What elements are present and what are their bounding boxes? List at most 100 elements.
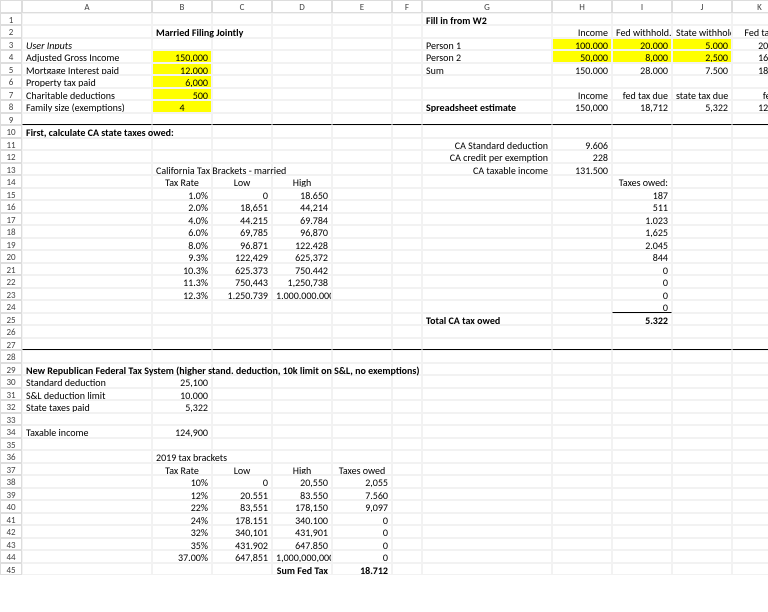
- cell[interactable]: [612, 138, 672, 151]
- cell[interactable]: [732, 238, 768, 251]
- cell[interactable]: [152, 13, 212, 26]
- cell[interactable]: [422, 288, 552, 301]
- col-header[interactable]: K: [732, 0, 768, 13]
- cell[interactable]: [552, 325, 612, 338]
- cell[interactable]: [152, 150, 212, 163]
- cell[interactable]: [732, 125, 768, 138]
- cell[interactable]: [422, 213, 552, 226]
- cell[interactable]: [732, 525, 768, 538]
- cell[interactable]: [672, 463, 732, 476]
- cell[interactable]: [612, 375, 672, 388]
- cell[interactable]: [332, 238, 392, 251]
- row-header[interactable]: 16: [0, 200, 22, 213]
- col-header[interactable]: A: [22, 0, 152, 13]
- cell[interactable]: [552, 275, 612, 288]
- cell[interactable]: [272, 100, 332, 113]
- cell[interactable]: [732, 438, 768, 451]
- cell[interactable]: [672, 188, 732, 201]
- cell[interactable]: [22, 513, 152, 526]
- cell[interactable]: [612, 563, 672, 576]
- cell[interactable]: [422, 225, 552, 238]
- cell[interactable]: [332, 225, 392, 238]
- cell[interactable]: [212, 88, 272, 101]
- cell[interactable]: [212, 300, 272, 313]
- cell[interactable]: [612, 475, 672, 488]
- cell[interactable]: [272, 138, 332, 151]
- cell[interactable]: [272, 75, 332, 88]
- cell[interactable]: [272, 313, 332, 326]
- cell[interactable]: [212, 13, 272, 26]
- cell[interactable]: [332, 175, 392, 188]
- cell[interactable]: [272, 63, 332, 76]
- cell[interactable]: [392, 163, 422, 176]
- cell[interactable]: [672, 400, 732, 413]
- cell[interactable]: [732, 363, 768, 376]
- cell[interactable]: [22, 500, 152, 513]
- cell[interactable]: [732, 350, 768, 363]
- row-header[interactable]: 34: [0, 425, 22, 438]
- col-header[interactable]: B: [152, 0, 212, 13]
- cell[interactable]: [422, 250, 552, 263]
- cell[interactable]: [212, 388, 272, 401]
- cell[interactable]: [22, 350, 152, 363]
- cell[interactable]: [332, 13, 392, 26]
- cell[interactable]: [152, 563, 212, 576]
- cell[interactable]: [732, 13, 768, 26]
- cell[interactable]: [272, 388, 332, 401]
- cell[interactable]: [672, 300, 732, 313]
- cell[interactable]: [392, 425, 422, 438]
- cell[interactable]: [672, 538, 732, 551]
- cell[interactable]: [612, 125, 672, 138]
- cell[interactable]: [392, 238, 422, 251]
- cell[interactable]: [732, 550, 768, 563]
- cell[interactable]: [392, 475, 422, 488]
- cell[interactable]: [552, 288, 612, 301]
- row-header[interactable]: 21: [0, 263, 22, 276]
- cell[interactable]: [672, 375, 732, 388]
- cell[interactable]: [672, 275, 732, 288]
- row-header[interactable]: 41: [0, 513, 22, 526]
- row-header[interactable]: 1: [0, 13, 22, 26]
- cell[interactable]: [332, 63, 392, 76]
- cell[interactable]: [552, 188, 612, 201]
- cell[interactable]: [392, 438, 422, 451]
- cell[interactable]: [212, 75, 272, 88]
- cell[interactable]: [552, 550, 612, 563]
- row-header[interactable]: 4: [0, 50, 22, 63]
- cell[interactable]: [552, 388, 612, 401]
- cell[interactable]: [422, 263, 552, 276]
- cell[interactable]: [272, 400, 332, 413]
- cell[interactable]: [392, 263, 422, 276]
- cell[interactable]: [212, 63, 272, 76]
- row-header[interactable]: 24: [0, 300, 22, 313]
- cell[interactable]: [422, 513, 552, 526]
- cell[interactable]: [392, 150, 422, 163]
- cell[interactable]: [212, 138, 272, 151]
- row-header[interactable]: 37: [0, 463, 22, 476]
- row-header[interactable]: 15: [0, 188, 22, 201]
- cell[interactable]: [212, 50, 272, 63]
- cell[interactable]: [272, 13, 332, 26]
- cell[interactable]: [392, 350, 422, 363]
- mort-value[interactable]: 12,000: [152, 63, 212, 76]
- cell[interactable]: [552, 563, 612, 576]
- cell[interactable]: [392, 125, 422, 138]
- cell[interactable]: [272, 300, 332, 313]
- cell[interactable]: [22, 463, 152, 476]
- cell[interactable]: [212, 425, 272, 438]
- cell[interactable]: [332, 263, 392, 276]
- cell[interactable]: [392, 63, 422, 76]
- cell[interactable]: [552, 213, 612, 226]
- cell[interactable]: [392, 88, 422, 101]
- cell[interactable]: [22, 263, 152, 276]
- cell[interactable]: [332, 425, 392, 438]
- cell[interactable]: [152, 300, 212, 313]
- cell[interactable]: [392, 513, 422, 526]
- cell[interactable]: [332, 438, 392, 451]
- cell[interactable]: [672, 425, 732, 438]
- cell[interactable]: [672, 413, 732, 426]
- cell[interactable]: [422, 500, 552, 513]
- cell[interactable]: [272, 150, 332, 163]
- cell[interactable]: [272, 50, 332, 63]
- cell[interactable]: [212, 413, 272, 426]
